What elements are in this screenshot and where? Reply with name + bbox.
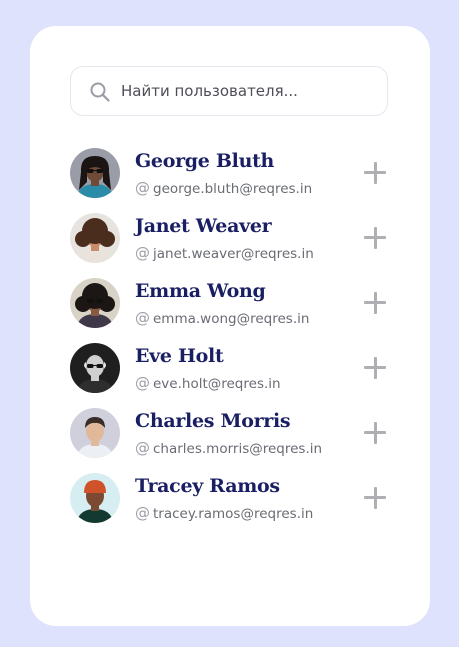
user-name: Tracey Ramos — [135, 475, 280, 497]
add-user-button[interactable] — [363, 356, 387, 380]
user-list-item[interactable]: Charles Morris @ charles.morris@reqres.in — [70, 408, 390, 473]
add-user-button[interactable] — [363, 486, 387, 510]
avatar — [70, 148, 120, 198]
avatar — [70, 473, 120, 523]
user-email-row: @ tracey.ramos@reqres.in — [135, 504, 313, 522]
avatar — [70, 278, 120, 328]
user-email-row: @ eve.holt@reqres.in — [135, 374, 281, 392]
search-box[interactable] — [70, 66, 388, 116]
user-name: Eve Holt — [135, 345, 224, 367]
add-user-button[interactable] — [363, 421, 387, 445]
user-list-item[interactable]: Tracey Ramos @ tracey.ramos@reqres.in — [70, 473, 390, 538]
user-search-card: George Bluth @george.bluth@reqres.in Jan… — [30, 26, 430, 626]
add-user-button[interactable] — [363, 291, 387, 315]
at-icon: @ — [135, 309, 150, 327]
add-user-button[interactable] — [363, 161, 387, 185]
avatar — [70, 408, 120, 458]
user-email: emma.wong@reqres.in — [153, 311, 310, 327]
at-icon: @ — [135, 179, 150, 197]
user-name: Charles Morris — [135, 410, 291, 432]
at-icon: @ — [135, 244, 150, 262]
user-email-row: @ george.bluth@reqres.in — [135, 179, 312, 197]
user-email-row: @ emma.wong@reqres.in — [135, 309, 309, 327]
user-email: janet.weaver@reqres.in — [153, 246, 314, 262]
user-name: George Bluth — [135, 150, 275, 172]
avatar — [70, 343, 120, 393]
user-email-row: @ janet.weaver@reqres.in — [135, 244, 314, 262]
at-icon: @ — [135, 504, 150, 522]
user-list-item[interactable]: George Bluth @ george.bluth@reqres.in — [70, 148, 390, 213]
user-list-item[interactable]: Janet Weaver @ janet.weaver@reqres.in — [70, 213, 390, 278]
user-email: tracey.ramos@reqres.in — [153, 506, 314, 522]
search-icon — [90, 82, 110, 102]
at-icon: @ — [135, 439, 150, 457]
user-name: Janet Weaver — [135, 215, 272, 237]
user-list-item[interactable]: Eve Holt @ eve.holt@reqres.in — [70, 343, 390, 408]
avatar — [70, 213, 120, 263]
user-email: charles.morris@reqres.in — [153, 441, 323, 457]
user-email: eve.holt@reqres.in — [153, 376, 281, 392]
user-email: george.bluth@reqres.in — [153, 181, 313, 197]
add-user-button[interactable] — [363, 226, 387, 250]
user-list: George Bluth @ george.bluth@reqres.in Jan… — [70, 148, 390, 538]
at-icon: @ — [135, 374, 150, 392]
search-input[interactable] — [121, 67, 371, 115]
user-name: Emma Wong — [135, 280, 266, 302]
user-email-row: @ charles.morris@reqres.in — [135, 439, 322, 457]
user-list-item[interactable]: Emma Wong @ emma.wong@reqres.in — [70, 278, 390, 343]
